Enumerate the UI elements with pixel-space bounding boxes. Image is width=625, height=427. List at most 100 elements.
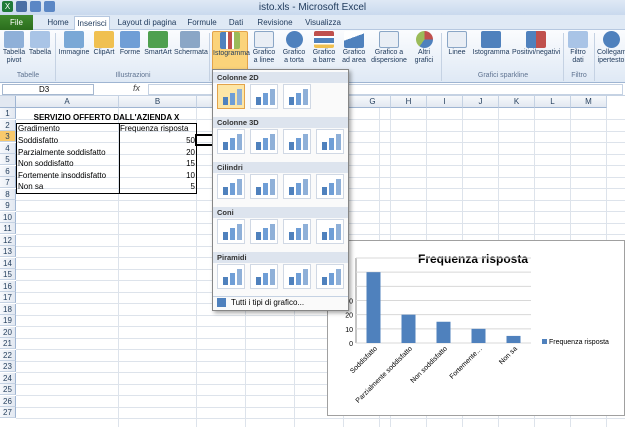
chart-bar[interactable]: [401, 314, 416, 343]
column-header-a[interactable]: A: [16, 96, 119, 108]
chart-subtype-0-0[interactable]: [217, 84, 245, 109]
screenshot-button[interactable]: Schermata: [174, 31, 208, 73]
shapes-button[interactable]: Forme: [118, 31, 142, 73]
chart-subtype-4-0[interactable]: [217, 264, 245, 289]
sparkline-winloss-button[interactable]: Positivi/negativi: [512, 31, 560, 73]
pivot-table-button[interactable]: Tabella pivot: [2, 31, 26, 73]
all-chart-types-link[interactable]: Tutti i tipi di grafico...: [231, 298, 304, 307]
cell-gradimento[interactable]: Soddisfatto: [18, 135, 118, 146]
scatter-chart-button[interactable]: Grafico a dispersione: [370, 31, 408, 73]
name-box[interactable]: D3: [2, 84, 94, 95]
chart-area[interactable]: Frequenza risposta 0 10 20 30 Soddisfatto Par…: [327, 240, 625, 416]
chart-subtype-1-3[interactable]: [316, 129, 344, 154]
line-chart-button[interactable]: Grafico a linee: [250, 31, 278, 73]
chart-subtype-2-0[interactable]: [217, 174, 245, 199]
row-header-7[interactable]: 7: [0, 177, 16, 188]
chart-subtype-3-1[interactable]: [250, 219, 278, 244]
header-gradimento[interactable]: Gradimento: [18, 123, 118, 134]
cell-frequenza[interactable]: 5: [120, 181, 195, 192]
tab-layout-di-pagina[interactable]: Layout di pagina: [114, 16, 180, 30]
fx-icon[interactable]: fx: [133, 83, 140, 93]
chart-subtype-2-3[interactable]: [316, 174, 344, 199]
row-header-12[interactable]: 12: [0, 234, 16, 246]
column-header-i[interactable]: I: [427, 96, 463, 108]
chart-subtype-2-1[interactable]: [250, 174, 278, 199]
cell-gradimento[interactable]: Fortemente insoddisfatto: [18, 170, 118, 181]
tab-formule[interactable]: Formule: [184, 16, 220, 30]
chart-bar[interactable]: [506, 335, 521, 343]
column-header-h[interactable]: H: [391, 96, 427, 108]
cell-frequenza[interactable]: 15: [120, 158, 195, 169]
chart-subtype-0-2[interactable]: [283, 84, 311, 109]
row-header-2[interactable]: 2: [0, 119, 16, 131]
cell-frequenza[interactable]: 10: [120, 170, 195, 181]
chart-subtype-1-1[interactable]: [250, 129, 278, 154]
row-header-21[interactable]: 21: [0, 338, 16, 349]
chart-bar[interactable]: [436, 321, 451, 343]
chart-subtype-4-3[interactable]: [316, 264, 344, 289]
sheet-title[interactable]: SERVIZIO OFFERTO DALL'AZIENDA X: [16, 112, 197, 123]
row-header-14[interactable]: 14: [0, 257, 16, 269]
row-header-1[interactable]: 1: [0, 108, 16, 119]
select-all-corner[interactable]: [0, 96, 16, 108]
slicer-button[interactable]: Filtro dati: [566, 31, 590, 73]
pie-chart-button[interactable]: Grafico a torta: [280, 31, 308, 73]
row-header-22[interactable]: 22: [0, 349, 16, 361]
row-header-8[interactable]: 8: [0, 188, 16, 200]
bar-chart-button[interactable]: Grafico a barre: [310, 31, 338, 73]
tab-file[interactable]: File: [0, 15, 33, 30]
row-header-24[interactable]: 24: [0, 372, 16, 384]
sparkline-line-button[interactable]: Linee: [444, 31, 470, 73]
column-header-g[interactable]: G: [355, 96, 391, 108]
row-header-18[interactable]: 18: [0, 303, 16, 315]
header-frequenza[interactable]: Frequenza risposta: [120, 123, 196, 134]
tab-home[interactable]: Home: [42, 16, 74, 30]
chart-subtype-2-2[interactable]: [283, 174, 311, 199]
chart-subtype-3-0[interactable]: [217, 219, 245, 244]
row-header-10[interactable]: 10: [0, 211, 16, 223]
tab-visualizza[interactable]: Visualizza: [302, 16, 344, 30]
row-header-9[interactable]: 9: [0, 200, 16, 211]
row-header-3[interactable]: 3: [0, 131, 16, 142]
row-header-23[interactable]: 23: [0, 361, 16, 372]
row-header-15[interactable]: 15: [0, 269, 16, 280]
column-header-m[interactable]: M: [571, 96, 607, 108]
chart-subtype-1-2[interactable]: [283, 129, 311, 154]
chart-subtype-1-0[interactable]: [217, 129, 245, 154]
chart-subtype-0-1[interactable]: [250, 84, 278, 109]
cell-frequenza[interactable]: 50: [120, 135, 195, 146]
sparkline-column-button[interactable]: Istogramma: [472, 31, 510, 73]
chart-bar[interactable]: [471, 328, 486, 343]
column-header-l[interactable]: L: [535, 96, 571, 108]
row-header-27[interactable]: 27: [0, 407, 16, 418]
row-header-11[interactable]: 11: [0, 223, 16, 234]
tab-dati[interactable]: Dati: [224, 16, 248, 30]
tab-revisione[interactable]: Revisione: [254, 16, 296, 30]
cell-frequenza[interactable]: 20: [120, 147, 195, 158]
tab-inserisci[interactable]: Inserisci: [74, 16, 110, 31]
column-header-k[interactable]: K: [499, 96, 535, 108]
row-header-4[interactable]: 4: [0, 142, 16, 154]
column-header-j[interactable]: J: [463, 96, 499, 108]
table-button[interactable]: Tabella: [28, 31, 52, 73]
istogramma-button[interactable]: Istogramma: [212, 31, 250, 73]
cell-gradimento[interactable]: Non soddisfatto: [18, 158, 118, 169]
cell-gradimento[interactable]: Parzialmente soddisfatto: [18, 147, 118, 158]
row-header-16[interactable]: 16: [0, 280, 16, 292]
row-header-19[interactable]: 19: [0, 315, 16, 326]
hyperlink-button[interactable]: Collegamento ipertesto: [597, 31, 625, 73]
row-header-5[interactable]: 5: [0, 154, 16, 165]
row-header-25[interactable]: 25: [0, 384, 16, 395]
chart-subtype-3-3[interactable]: [316, 219, 344, 244]
chart-subtype-4-2[interactable]: [283, 264, 311, 289]
picture-button[interactable]: Immagine: [58, 31, 90, 73]
chart-subtype-4-1[interactable]: [250, 264, 278, 289]
cell-gradimento[interactable]: Non sa: [18, 181, 118, 192]
row-header-13[interactable]: 13: [0, 246, 16, 257]
row-header-20[interactable]: 20: [0, 326, 16, 338]
row-header-26[interactable]: 26: [0, 395, 16, 407]
area-chart-button[interactable]: Grafico ad area: [340, 31, 368, 73]
smartart-button[interactable]: SmartArt: [144, 31, 172, 73]
column-header-b[interactable]: B: [119, 96, 197, 108]
other-charts-button[interactable]: Altri grafici: [410, 31, 438, 73]
